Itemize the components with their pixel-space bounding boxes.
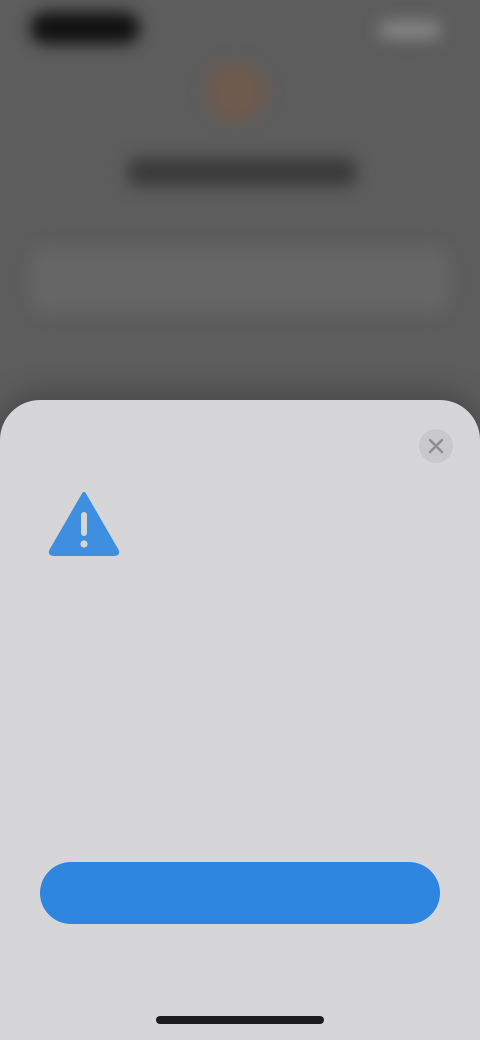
close-icon	[419, 429, 453, 463]
status-bar	[0, 0, 480, 60]
avatar	[206, 62, 266, 122]
primary-action-button[interactable]	[40, 862, 440, 924]
home-indicator	[156, 1016, 324, 1024]
status-time-pill	[30, 12, 140, 44]
secondary-action-button[interactable]	[140, 936, 340, 976]
bottom-sheet	[0, 400, 480, 1040]
profile-name	[128, 158, 356, 186]
screen	[0, 0, 480, 1040]
warning-triangle-icon	[48, 492, 120, 556]
close-button[interactable]	[418, 428, 454, 464]
background-card	[30, 248, 450, 312]
status-indicators	[380, 22, 440, 38]
